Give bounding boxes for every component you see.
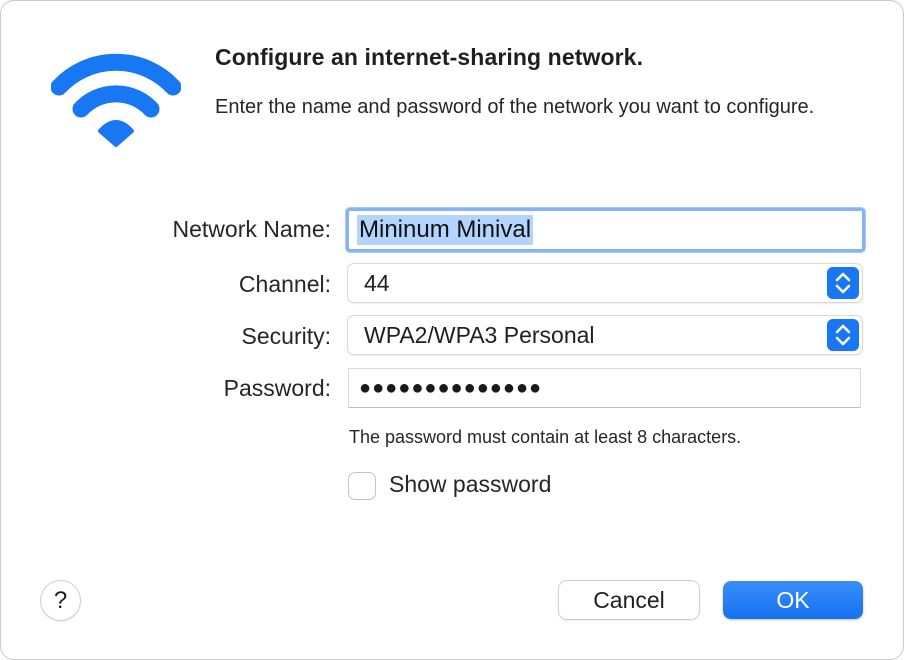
chevron-up-down-icon [827, 319, 859, 351]
configure-network-dialog: Configure an internet-sharing network. E… [0, 0, 904, 660]
help-button[interactable]: ? [41, 581, 80, 620]
password-label: Password: [223, 375, 331, 401]
security-label: Security: [241, 323, 331, 349]
dialog-subtitle: Enter the name and password of the netwo… [215, 96, 815, 118]
password-value: ●●●●●●●●●●●●●● [359, 377, 543, 399]
dialog-title: Configure an internet-sharing network. [215, 44, 644, 70]
channel-popup[interactable]: 44 [348, 264, 862, 302]
show-password-checkbox[interactable] [349, 473, 375, 499]
network-name-value: Mininum Minival [357, 215, 534, 245]
network-name-field[interactable]: Mininum Minival [346, 208, 865, 252]
channel-value: 44 [364, 270, 390, 296]
wifi-icon [51, 53, 181, 147]
password-field[interactable]: ●●●●●●●●●●●●●● [348, 368, 861, 408]
password-hint: The password must contain at least 8 cha… [349, 427, 742, 447]
ok-button[interactable]: OK [723, 581, 863, 619]
show-password-label[interactable]: Show password [389, 471, 551, 498]
network-name-label: Network Name: [172, 216, 331, 242]
security-value: WPA2/WPA3 Personal [364, 322, 595, 348]
security-popup[interactable]: WPA2/WPA3 Personal [348, 316, 862, 354]
cancel-button[interactable]: Cancel [559, 581, 699, 619]
channel-label: Channel: [238, 271, 331, 297]
chevron-up-down-icon [827, 267, 859, 299]
